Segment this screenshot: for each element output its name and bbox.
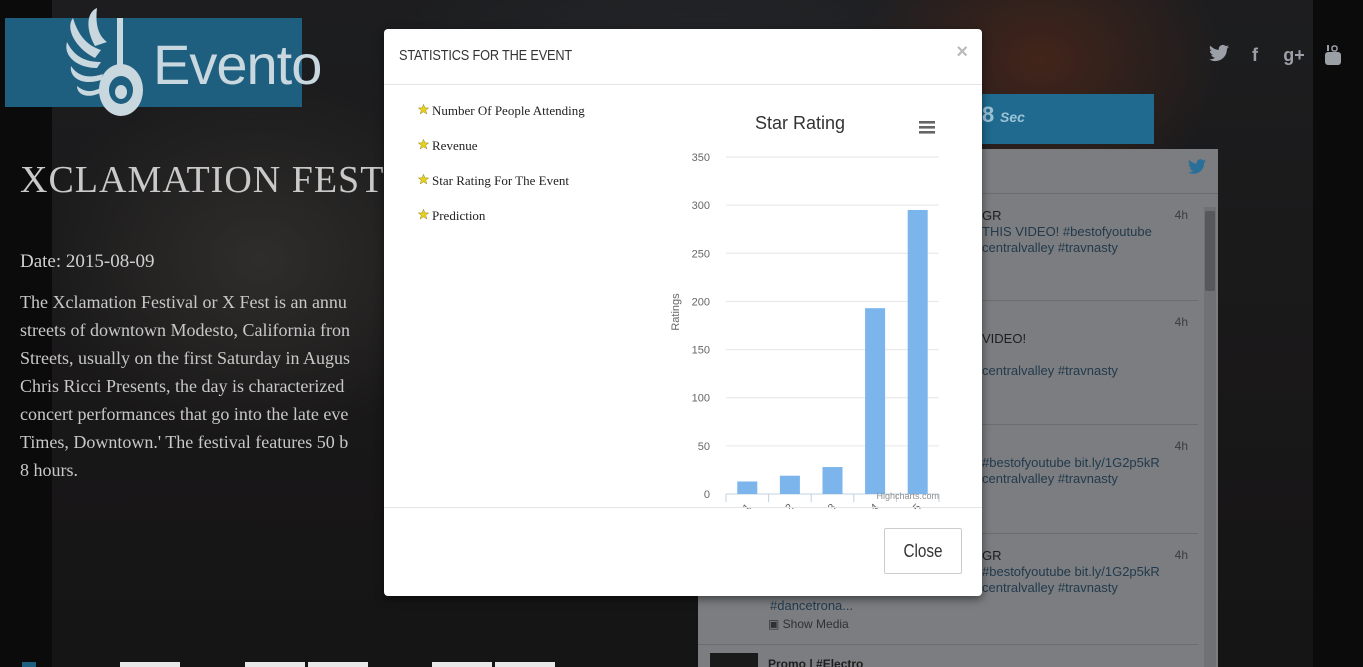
- bottom-strip: [0, 662, 1363, 667]
- right-edge: [1313, 0, 1363, 667]
- twitter-scrollbar-thumb[interactable]: [1205, 211, 1215, 291]
- chart-title: Star Rating: [755, 113, 845, 133]
- star-icon: [418, 139, 429, 150]
- site-logo[interactable]: Evento: [5, 8, 322, 116]
- chart-menu-icon[interactable]: [918, 119, 936, 135]
- bar-rating-1[interactable]: [737, 481, 758, 494]
- description-line: concert performances that go into the la…: [20, 404, 349, 424]
- star-icon: [418, 209, 429, 220]
- menu-item-label: Revenue: [432, 138, 478, 153]
- tweet-text[interactable]: #bestofyoutube bit.ly/1G2p5kR: [982, 455, 1160, 470]
- tweet-text[interactable]: #dancetrona...: [770, 598, 853, 613]
- strip-segment: [245, 662, 305, 667]
- tweet-text[interactable]: #bestofyoutube bit.ly/1G2p5kR: [982, 564, 1160, 579]
- show-media-label: Show Media: [782, 617, 849, 631]
- menu-item-people-attending[interactable]: Number Of People Attending: [418, 103, 585, 138]
- tweet-text: VIDEO!: [982, 331, 1027, 346]
- modal-title: STATISTICS FOR THE EVENT: [399, 47, 573, 64]
- modal-header: STATISTICS FOR THE EVENT ×: [384, 29, 982, 85]
- star-icon: [418, 104, 429, 115]
- chart-y-axis-title: Ratings: [670, 293, 682, 331]
- bar-rating-3[interactable]: [822, 467, 843, 494]
- page: Evento f g+ XCLAMATION FEST Date: 2015-0…: [0, 0, 1363, 667]
- tweet-time: 4h: [1174, 548, 1188, 562]
- chart-bars: [737, 209, 928, 494]
- menu-item-revenue[interactable]: Revenue: [418, 138, 585, 173]
- strip-segment: [120, 662, 180, 667]
- y-tick-label: 300: [692, 200, 710, 212]
- chart-y-ticks: 0 50 100 150 200 250 300 350: [692, 152, 710, 501]
- menu-item-label: Prediction: [432, 208, 486, 223]
- event-date: Date: 2015-08-09: [20, 251, 155, 272]
- description-line: streets of downtown Modesto, California …: [20, 320, 350, 340]
- twitter-icon[interactable]: [1208, 44, 1230, 66]
- countdown-seconds: 8: [982, 102, 995, 127]
- tweet-text[interactable]: centralvalley #travnasty: [982, 580, 1118, 595]
- y-tick-label: 200: [692, 296, 710, 308]
- modal-footer: Close: [384, 507, 982, 597]
- tweet-time: 4h: [1174, 315, 1188, 329]
- description-line: Times, Downtown.' The festival features …: [20, 432, 349, 452]
- countdown-unit: Sec: [1000, 109, 1025, 125]
- description-line: The Xclamation Festival or X Fest is an …: [20, 292, 347, 312]
- tweet-text[interactable]: THIS VIDEO! #bestofyoutube: [982, 224, 1152, 239]
- menu-item-label: Number Of People Attending: [432, 103, 585, 118]
- description-line: Chris Ricci Presents, the day is charact…: [20, 376, 345, 396]
- google-plus-icon[interactable]: g+: [1280, 44, 1308, 66]
- close-button[interactable]: Close: [884, 528, 962, 574]
- strip-segment: [308, 662, 368, 667]
- tweet-text[interactable]: centralvalley #travnasty: [982, 240, 1118, 255]
- twitter-bird-icon[interactable]: [1188, 158, 1206, 179]
- menu-item-prediction[interactable]: Prediction: [418, 208, 585, 243]
- bar-rating-4[interactable]: [865, 308, 886, 494]
- statistics-modal: STATISTICS FOR THE EVENT × Number Of Peo…: [384, 29, 982, 596]
- statistics-menu: Number Of People Attending Revenue Star …: [418, 103, 585, 243]
- tweet-text: GR: [982, 208, 1002, 223]
- strip-segment: [22, 662, 36, 667]
- menu-item-star-rating[interactable]: Star Rating For The Event: [418, 173, 585, 208]
- menu-item-label: Star Rating For The Event: [432, 173, 569, 188]
- description-line: 8 hours.: [20, 460, 78, 480]
- tweet-text[interactable]: centralvalley #travnasty: [982, 363, 1118, 378]
- event-title: XCLAMATION FEST: [20, 159, 385, 201]
- y-tick-label: 50: [698, 441, 710, 453]
- show-media-link[interactable]: ▣ Show Media: [768, 617, 849, 631]
- tweet-time: 4h: [1174, 439, 1188, 453]
- strip-segment: [432, 662, 492, 667]
- y-tick-label: 100: [692, 393, 710, 405]
- y-tick-label: 350: [692, 152, 710, 164]
- y-tick-label: 0: [704, 489, 710, 501]
- facebook-icon[interactable]: f: [1244, 44, 1266, 66]
- bar-rating-5[interactable]: [907, 209, 928, 494]
- star-icon: [418, 174, 429, 185]
- chart-gridlines: [726, 156, 939, 495]
- tweet-text[interactable]: centralvalley #travnasty: [982, 471, 1118, 486]
- close-button-label: Close: [903, 540, 943, 561]
- countdown-timer: 8 Sec: [960, 94, 1154, 144]
- media-icon: ▣: [768, 617, 783, 631]
- star-rating-chart: Star Rating 0 50 100 150 200 250 300 350 12345 …: [654, 94, 954, 514]
- y-tick-label: 150: [692, 345, 710, 357]
- tweet-text: GR: [982, 548, 1002, 563]
- strip-segment: [495, 662, 555, 667]
- guitar-wing-logo-icon: [66, 8, 143, 116]
- chart-svg: Star Rating 050100150200250300350 12345 …: [670, 113, 940, 514]
- y-tick-label: 250: [692, 248, 710, 260]
- youtube-icon[interactable]: [1322, 44, 1344, 66]
- logo-text: Evento: [153, 33, 322, 96]
- tweet-time: 4h: [1174, 208, 1188, 222]
- bar-rating-2[interactable]: [779, 475, 800, 494]
- close-icon[interactable]: ×: [956, 41, 968, 64]
- chart-credits-link[interactable]: Highcharts.com: [876, 491, 939, 501]
- event-description: The Xclamation Festival or X Fest is an …: [20, 288, 390, 484]
- social-icons: f g+: [1208, 44, 1344, 66]
- description-line: Streets, usually on the first Saturday i…: [20, 348, 350, 368]
